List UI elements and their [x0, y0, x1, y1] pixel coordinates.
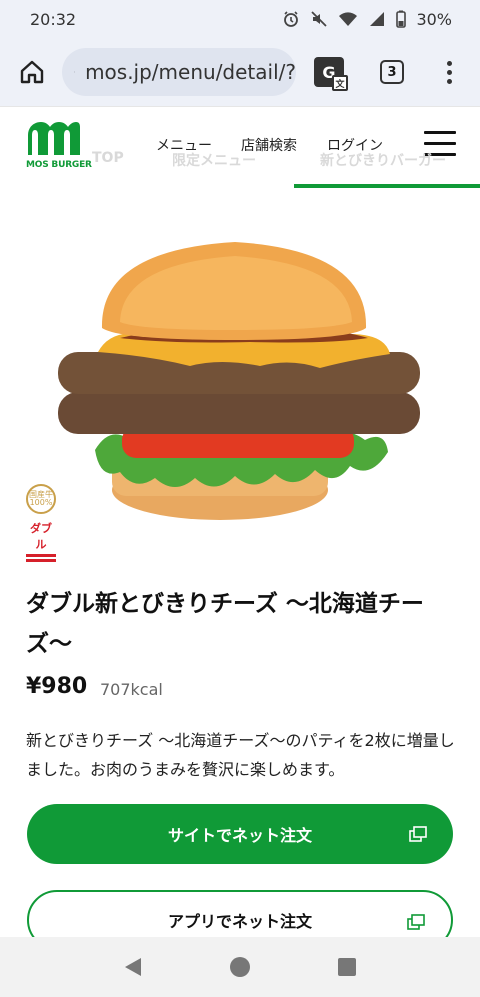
url-text: mos.jp/menu/detail/?	[85, 60, 296, 84]
subtab-new-tobikiri[interactable]: 新とびきりバーガー	[320, 150, 446, 170]
wifi-icon	[339, 12, 358, 26]
external-link-icon	[409, 826, 427, 842]
category-subtabs: TOP 限定メニュー 新とびきりバーガー	[0, 150, 480, 186]
tab-switcher-button[interactable]: 3	[380, 60, 404, 84]
subtab-limited[interactable]: 限定メニュー	[172, 150, 256, 170]
external-link-icon	[407, 914, 425, 930]
burger-image	[58, 242, 420, 520]
product-description: 新とびきりチーズ 〜北海道チーズ〜のパティを2枚に増量しました。お肉のうまみを贅…	[26, 731, 455, 779]
mute-icon	[311, 11, 328, 27]
app-order-label: アプリでネット注文	[167, 912, 312, 931]
site-order-button[interactable]: サイトでネット注文	[27, 804, 453, 864]
translate-sub-icon: 文	[332, 75, 348, 91]
domestic-beef-badge: 国産牛 100%	[26, 484, 56, 514]
alarm-icon	[284, 11, 299, 27]
product-title: ダブル新とびきりチーズ 〜北海道チーズ〜	[26, 591, 424, 657]
subtab-top[interactable]: TOP	[92, 150, 124, 166]
signal-icon	[370, 12, 385, 26]
back-icon[interactable]	[123, 956, 143, 978]
battery-percent: 30%	[416, 9, 452, 29]
double-badge-label: ダブル	[30, 522, 52, 551]
recents-icon[interactable]	[337, 957, 357, 977]
product-price: ¥980	[26, 674, 88, 699]
more-menu-icon[interactable]	[446, 60, 452, 84]
product-kcal: 707kcal	[100, 680, 163, 699]
home-button[interactable]	[14, 54, 50, 90]
address-bar[interactable]: mos.jp/menu/detail/?	[62, 48, 296, 96]
status-time: 20:32	[30, 9, 77, 29]
system-nav-bar	[0, 937, 480, 997]
battery-icon	[396, 10, 407, 28]
home-icon	[20, 60, 44, 84]
double-badge: ダブル	[26, 520, 56, 562]
status-icons: 30%	[282, 10, 452, 29]
translate-button[interactable]: G 文	[314, 57, 348, 91]
site-order-label: サイトでネット注文	[167, 826, 312, 845]
active-subtab-indicator	[294, 184, 480, 188]
home-circle-icon[interactable]	[229, 956, 251, 978]
browser-toolbar: mos.jp/menu/detail/? G 文 3	[0, 38, 480, 106]
status-bar: 20:32 30%	[0, 0, 480, 38]
domestic-beef-percent: 100%	[29, 498, 53, 507]
site-settings-icon[interactable]	[74, 63, 75, 81]
